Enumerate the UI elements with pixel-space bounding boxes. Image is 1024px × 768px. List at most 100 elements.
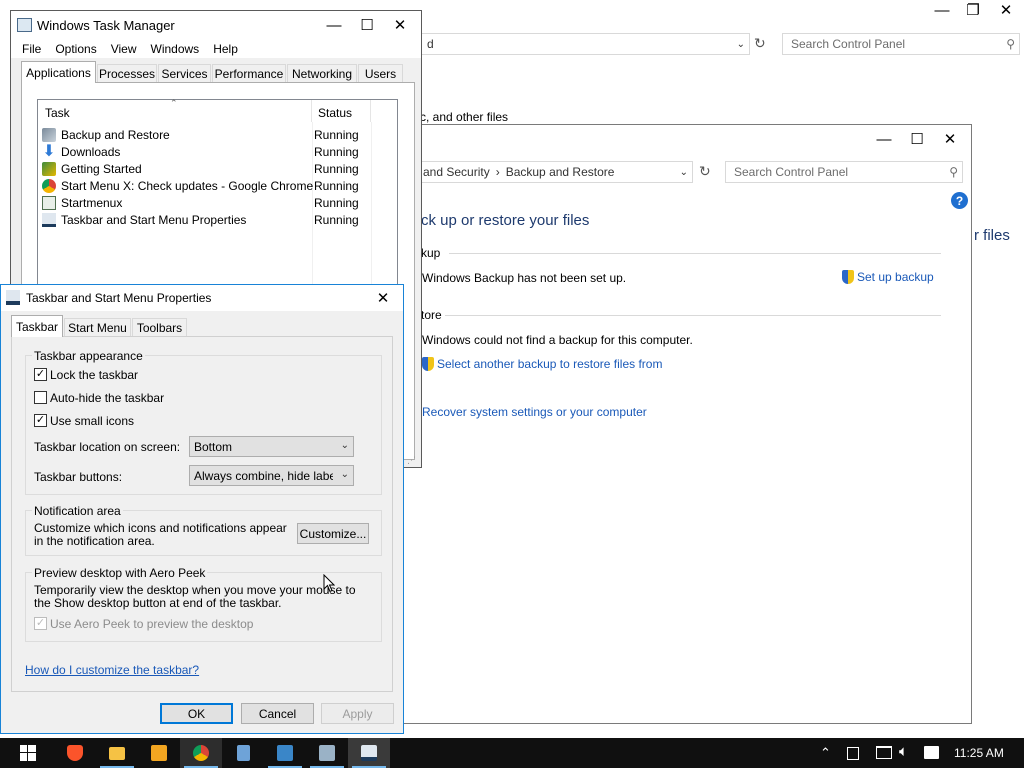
recover-system-link[interactable]: Recover system settings or your computer (422, 405, 647, 419)
refresh-icon[interactable]: ↻ (754, 35, 766, 52)
menu-help[interactable]: Help (213, 42, 238, 56)
breadcrumb[interactable]: and Security › Backup and Restore ⌄ (417, 161, 693, 183)
table-row[interactable]: ⬇ Downloads (42, 143, 120, 160)
chevron-down-icon[interactable]: ⌄ (737, 39, 745, 50)
tab-networking[interactable]: Networking (287, 64, 357, 83)
taskbar-control-panel[interactable] (264, 738, 306, 768)
taskbar-buttons-dropdown[interactable]: Always combine, hide labels ⌄ (189, 465, 354, 486)
control-panel-window-back: — ❐ ✕ d ⌄ ↻ Search Control Panel ⚲ c, an… (420, 0, 1024, 130)
taskbar-task-manager[interactable] (306, 738, 348, 768)
menu-bar: File Options View Windows Help (11, 39, 421, 58)
apply-button[interactable]: Apply (321, 703, 394, 724)
search-icon[interactable]: ⚲ (1006, 37, 1015, 51)
table-row[interactable]: Backup and Restore (42, 126, 170, 143)
chevron-down-icon: ⌄ (340, 469, 349, 480)
media-player-icon (151, 745, 167, 761)
column-header-status[interactable]: Status (313, 100, 371, 122)
menu-view[interactable]: View (111, 42, 137, 56)
menu-windows[interactable]: Windows (151, 42, 200, 56)
minimize-button[interactable]: — (867, 125, 901, 153)
table-row[interactable]: Startmenux (42, 194, 122, 211)
divider (445, 315, 941, 316)
volume-icon[interactable]: 🔈︎ (899, 743, 908, 760)
show-hidden-icons-chevron-icon[interactable]: ⌃ (820, 745, 831, 761)
status-cell: Running (314, 162, 359, 176)
task-list[interactable]: Task ⌃ Status Backup and Restore Running… (37, 98, 398, 286)
search-input[interactable]: Search Control Panel ⚲ (782, 33, 1020, 55)
help-icon[interactable]: ? (951, 192, 968, 209)
action-center-icon[interactable] (924, 746, 939, 759)
tablet-icon[interactable] (847, 747, 859, 760)
small-icons-checkbox[interactable]: ✓ (34, 414, 47, 427)
resize-grip-icon[interactable]: ⋰ (407, 455, 416, 466)
cancel-button[interactable]: Cancel (241, 703, 314, 724)
tab-start-menu[interactable]: Start Menu (64, 318, 131, 337)
small-icons-label[interactable]: Use small icons (50, 414, 134, 428)
control-panel-icon (277, 745, 293, 761)
taskbar-properties-icon (361, 745, 377, 761)
table-row[interactable]: Taskbar and Start Menu Properties (42, 211, 246, 228)
refresh-icon[interactable]: ↻ (699, 163, 711, 180)
chevron-down-icon[interactable]: ⌄ (680, 167, 688, 178)
start-button[interactable] (8, 738, 48, 768)
partial-heading-right: r files (974, 227, 1010, 244)
task-manager-icon (17, 18, 32, 32)
close-button[interactable]: ✕ (989, 0, 1023, 24)
restore-status: Windows could not find a backup for this… (422, 333, 693, 347)
customize-button[interactable]: Customize... (297, 523, 369, 544)
notification-text: Customize which icons and notifications … (34, 521, 287, 548)
aero-peek-label[interactable]: Use Aero Peek to preview the desktop (50, 617, 253, 631)
taskbar-properties[interactable] (348, 738, 390, 768)
tab-services[interactable]: Services (158, 64, 211, 83)
network-icon[interactable] (876, 746, 892, 759)
address-bar[interactable]: d ⌄ (420, 33, 750, 55)
auto-hide-checkbox[interactable] (34, 391, 47, 404)
status-cell: Running (314, 145, 359, 159)
lock-taskbar-label[interactable]: Lock the taskbar (50, 368, 138, 382)
maximize-button[interactable]: ☐ (350, 11, 384, 39)
close-button[interactable]: ✕ (933, 125, 967, 153)
search-icon[interactable]: ⚲ (949, 165, 958, 179)
tab-users[interactable]: Users (358, 64, 403, 83)
taskbar-brave[interactable] (54, 738, 96, 768)
maximize-button[interactable]: ☐ (900, 125, 934, 153)
tab-processes[interactable]: Processes (97, 64, 157, 83)
taskbar-properties-icon (42, 212, 56, 227)
taskbar-media-player[interactable] (138, 738, 180, 768)
location-dropdown[interactable]: Bottom ⌄ (189, 436, 354, 457)
select-backup-link[interactable]: Select another backup to restore files f… (422, 357, 662, 371)
taskbar-chrome[interactable] (180, 738, 222, 768)
table-row[interactable]: Start Menu X: Check updates - Google Chr… (42, 177, 313, 194)
lock-taskbar-checkbox[interactable]: ✓ (34, 368, 47, 381)
partial-description: c, and other files (420, 110, 509, 124)
search-input[interactable]: Search Control Panel ⚲ (725, 161, 963, 183)
backup-icon (42, 127, 56, 142)
minimize-button[interactable]: — (925, 0, 959, 24)
minimize-button[interactable]: — (317, 11, 351, 39)
table-row[interactable]: Getting Started (42, 160, 142, 177)
setup-backup-link[interactable]: Set up backup (842, 270, 934, 284)
clock[interactable]: 11:25 AM (954, 746, 1004, 760)
taskbar-document-app[interactable] (222, 738, 264, 768)
close-button[interactable]: ✕ (383, 11, 417, 39)
download-arrow-icon: ⬇ (42, 142, 56, 160)
ok-button[interactable]: OK (160, 703, 233, 724)
backup-restore-window: — ☐ ✕ and Security › Backup and Restore … (400, 124, 972, 724)
backup-status: Windows Backup has not been set up. (422, 271, 627, 285)
tab-taskbar[interactable]: Taskbar (11, 315, 63, 337)
menu-file[interactable]: File (22, 42, 41, 56)
restore-button[interactable]: ❐ (956, 0, 990, 24)
close-button[interactable]: ✕ (366, 284, 400, 312)
column-divider (312, 122, 313, 286)
tab-toolbars[interactable]: Toolbars (132, 318, 187, 337)
help-link[interactable]: How do I customize the taskbar? (25, 663, 199, 677)
auto-hide-label[interactable]: Auto-hide the taskbar (50, 391, 164, 405)
aero-peek-checkbox[interactable]: ✓ (34, 617, 47, 630)
status-cell: Running (314, 196, 359, 210)
menu-options[interactable]: Options (55, 42, 96, 56)
taskbar-file-explorer[interactable] (96, 738, 138, 768)
tab-performance[interactable]: Performance (212, 64, 286, 83)
backup-section-title: kup (421, 246, 441, 260)
task-manager-icon (319, 745, 335, 761)
tab-applications[interactable]: Applications (21, 61, 96, 83)
